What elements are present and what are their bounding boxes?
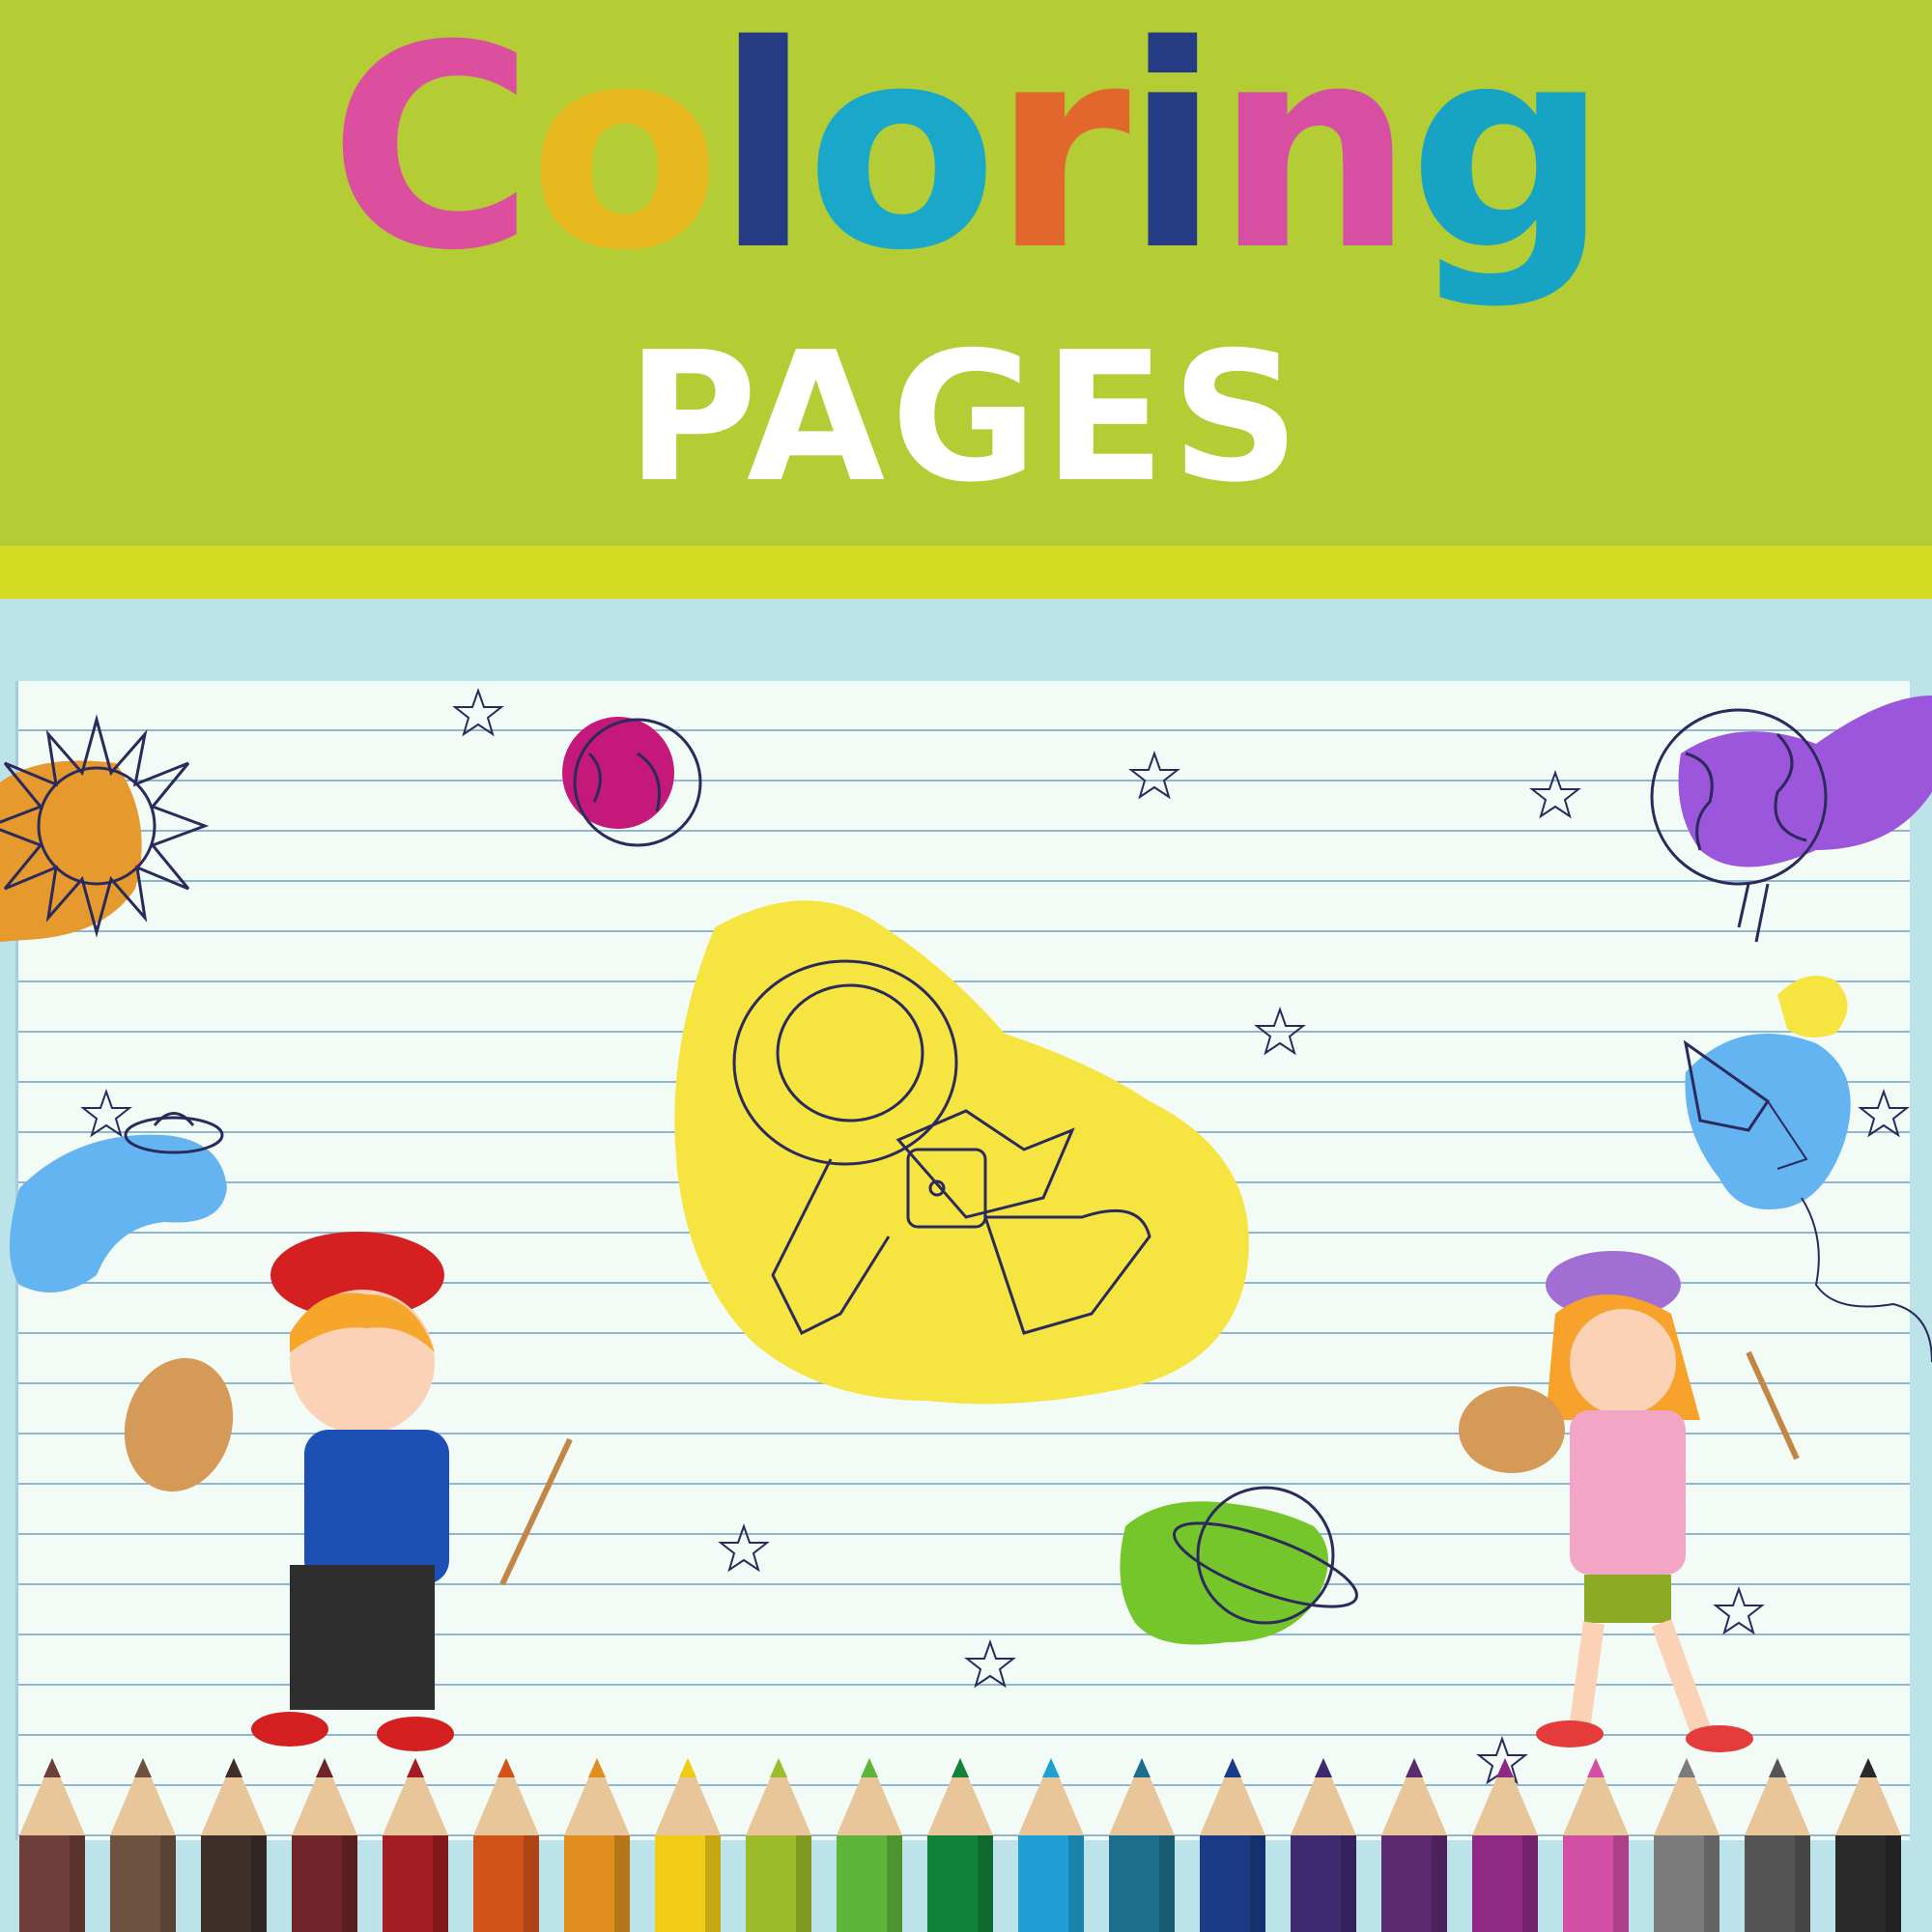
pencil xyxy=(746,1758,811,1932)
earth-illustration xyxy=(1650,696,1932,943)
pencil xyxy=(1472,1758,1538,1932)
pencil xyxy=(927,1758,993,1932)
colored-pencils-row xyxy=(19,1758,1901,1932)
pencil xyxy=(655,1758,721,1932)
boy-painter-illustration xyxy=(124,1232,573,1751)
pencil xyxy=(1835,1758,1901,1932)
pencil xyxy=(110,1758,176,1932)
magenta-planet-illustration xyxy=(562,717,702,847)
pencil xyxy=(1563,1758,1629,1932)
pencil xyxy=(564,1758,630,1932)
rocket-illustration xyxy=(1683,976,1932,1363)
pencil xyxy=(1745,1758,1810,1932)
pencil xyxy=(292,1758,357,1932)
pencil xyxy=(1018,1758,1084,1932)
pencil xyxy=(1381,1758,1447,1932)
saturn-illustration xyxy=(1120,1486,1358,1645)
pencil xyxy=(1291,1758,1356,1932)
pencil xyxy=(201,1758,267,1932)
pencil xyxy=(383,1758,448,1932)
ufo-illustration xyxy=(10,1112,227,1293)
illustration-layer xyxy=(0,687,1932,1932)
pencil xyxy=(473,1758,539,1932)
pencil xyxy=(19,1758,85,1932)
sun-illustration xyxy=(0,714,210,942)
pencil xyxy=(1200,1758,1265,1932)
astronaut-illustration xyxy=(674,900,1249,1405)
pencil xyxy=(837,1758,902,1932)
pencil xyxy=(1109,1758,1175,1932)
girl-painter-illustration xyxy=(1459,1251,1800,1752)
pencil xyxy=(1654,1758,1719,1932)
